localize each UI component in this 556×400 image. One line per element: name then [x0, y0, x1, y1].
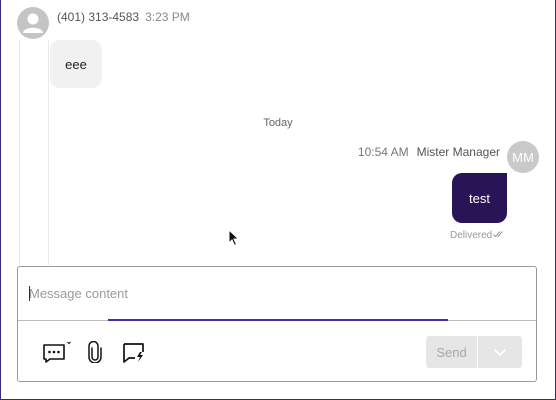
delivery-status: Delivered [450, 230, 506, 241]
mouse-pointer-icon [228, 229, 240, 247]
text-caret [29, 286, 30, 301]
incoming-message-header: (401) 313-4583 3:23 PM [57, 10, 190, 24]
outgoing-message-header: 10:54 AM Mister Manager [358, 145, 500, 159]
quick-reply-button[interactable] [122, 340, 146, 364]
contact-avatar [17, 7, 49, 39]
outgoing-message-text: test [469, 190, 490, 206]
attach-file-button[interactable] [86, 340, 104, 364]
double-check-icon [493, 231, 504, 238]
delivery-status-text: Delivered [450, 230, 493, 241]
quick-reply-icon [123, 343, 144, 363]
template-message-icon [43, 341, 71, 363]
incoming-time: 3:23 PM [145, 10, 190, 24]
outgoing-sender: Mister Manager [416, 145, 500, 159]
incoming-sender: (401) 313-4583 [57, 10, 140, 24]
day-divider: Today [263, 117, 293, 129]
outgoing-message-bubble: test [452, 173, 507, 223]
message-composer: Send [17, 266, 537, 382]
user-avatar-initials: MM [512, 149, 534, 165]
message-content-input[interactable] [18, 267, 536, 320]
incoming-message-text: eee [65, 56, 87, 72]
input-focus-underline [108, 319, 448, 321]
send-options-dropdown[interactable] [478, 336, 522, 368]
person-icon [23, 13, 43, 33]
thread-guide-line [48, 40, 49, 265]
chevron-down-icon [493, 348, 507, 356]
send-button[interactable]: Send [426, 336, 478, 368]
user-avatar: MM [507, 141, 539, 173]
incoming-message-bubble: eee [50, 40, 102, 88]
thread-guide-line [19, 40, 20, 265]
template-message-button[interactable] [42, 339, 72, 365]
window-border-left [0, 0, 1, 400]
send-button-group: Send [426, 336, 522, 368]
outgoing-time: 10:54 AM [357, 145, 409, 159]
attachment-icon [88, 341, 102, 363]
